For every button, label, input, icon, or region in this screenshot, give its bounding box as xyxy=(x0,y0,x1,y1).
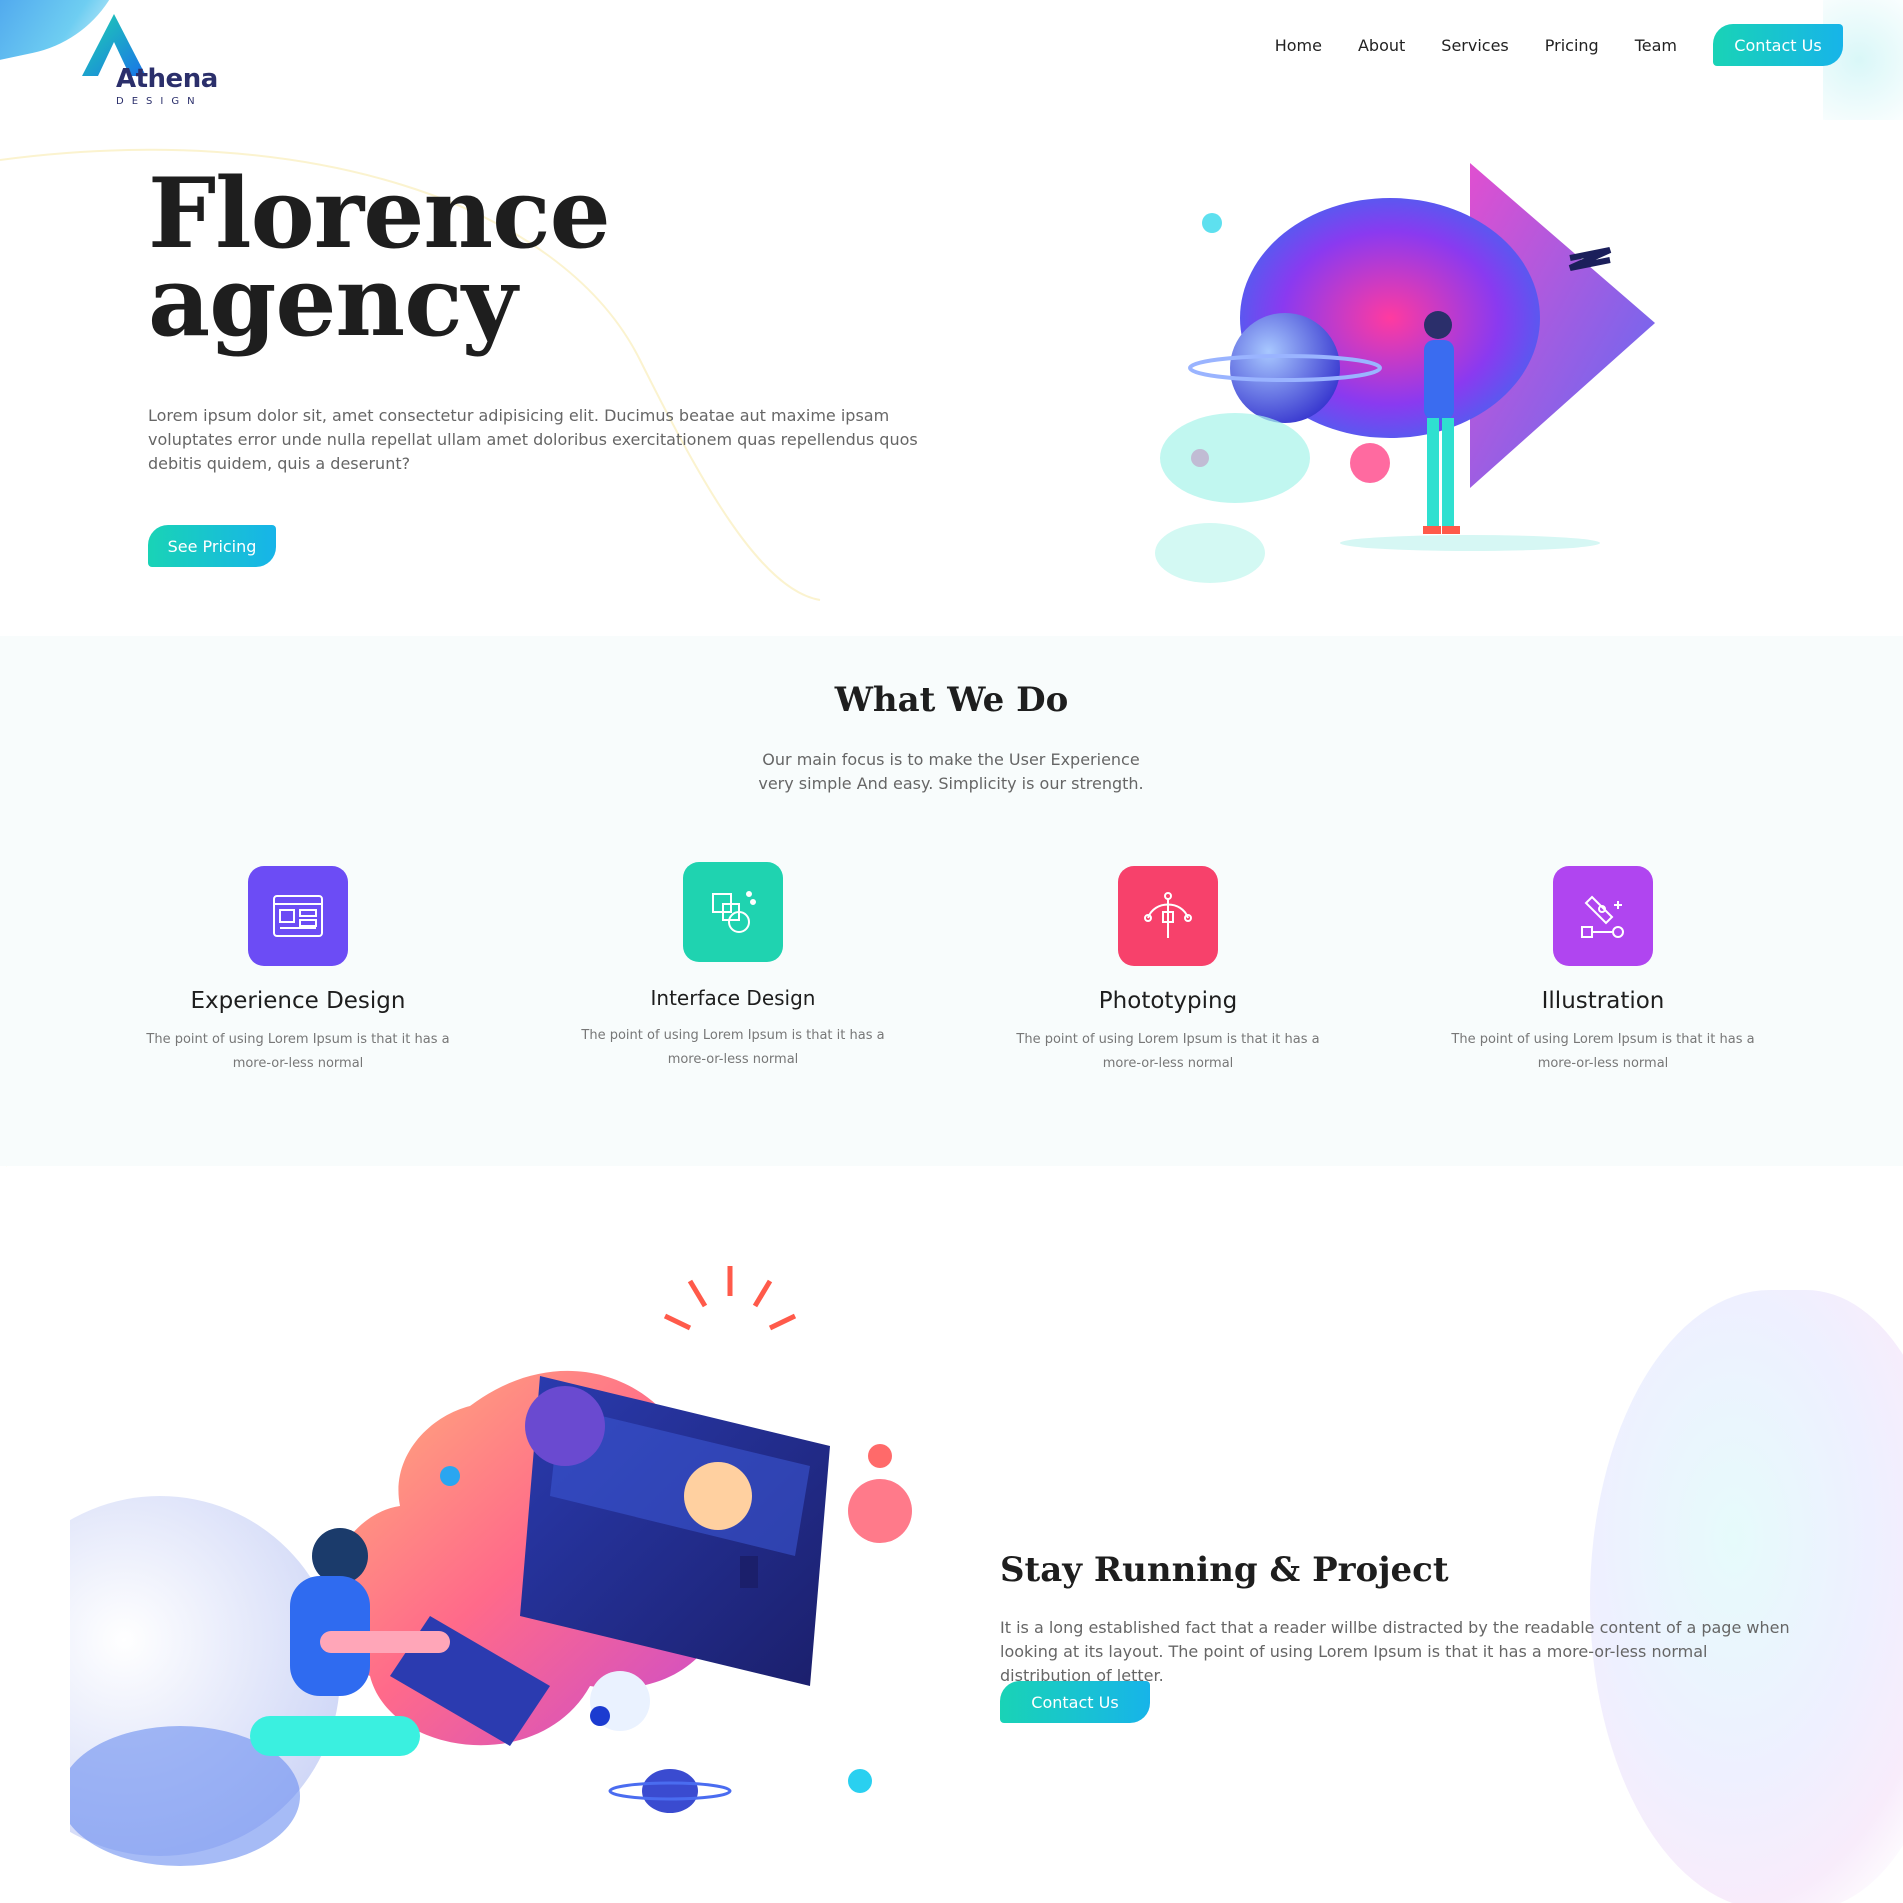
service-title: Phototyping xyxy=(1098,988,1238,1014)
service-card-illustration[interactable]: Illustration The point of using Lorem Ip… xyxy=(1433,866,1773,1076)
pen-tool-icon xyxy=(1553,866,1653,966)
service-title: Experience Design xyxy=(190,988,406,1014)
service-desc: The point of using Lorem Ipsum is that i… xyxy=(581,1028,885,1067)
hero-description: Lorem ipsum dolor sit, amet consectetur … xyxy=(148,406,918,473)
nav-item-services[interactable]: Services xyxy=(1441,36,1508,55)
nav-item-team[interactable]: Team xyxy=(1635,36,1677,55)
layout-icon xyxy=(248,866,348,966)
workspace-illustration xyxy=(70,1266,912,1866)
shapes-icon xyxy=(683,862,783,962)
services-title: What We Do xyxy=(834,680,1069,720)
hero-illustration xyxy=(1155,163,1655,583)
hero-title-line2: agency xyxy=(148,245,517,358)
brand-logo[interactable]: Athena DESIGN xyxy=(80,12,230,108)
service-title: Interface Design xyxy=(650,986,816,1010)
nav-item-home[interactable]: Home xyxy=(1275,36,1322,55)
services-section: What We Do Our main focus is to make the… xyxy=(0,636,1903,1166)
service-desc: The point of using Lorem Ipsum is that i… xyxy=(1016,1032,1320,1071)
main-nav: Home About Services Pricing Team Contact… xyxy=(1275,24,1843,66)
service-card-interface[interactable]: Interface Design The point of using Lore… xyxy=(563,862,903,1072)
brand-tagline: DESIGN xyxy=(116,96,203,107)
service-desc: The point of using Lorem Ipsum is that i… xyxy=(146,1032,450,1071)
nav-item-about[interactable]: About xyxy=(1358,36,1405,55)
nav-contact-button[interactable]: Contact Us xyxy=(1713,24,1843,66)
bezier-icon xyxy=(1118,866,1218,966)
service-title: Illustration xyxy=(1541,988,1665,1014)
nav-item-pricing[interactable]: Pricing xyxy=(1545,36,1599,55)
project-description: It is a long established fact that a rea… xyxy=(1000,1618,1790,1685)
hero-title: Florence agency xyxy=(148,166,611,350)
decorative-blob xyxy=(1590,1290,1903,1903)
services-subtitle: Our main focus is to make the User Exper… xyxy=(758,750,1144,793)
contact-us-button[interactable]: Contact Us xyxy=(1000,1681,1150,1723)
service-desc: The point of using Lorem Ipsum is that i… xyxy=(1451,1032,1755,1071)
service-card-phototyping[interactable]: Phototyping The point of using Lorem Ips… xyxy=(998,866,1338,1076)
service-card-experience[interactable]: Experience Design The point of using Lor… xyxy=(128,866,468,1076)
see-pricing-button[interactable]: See Pricing xyxy=(148,525,276,567)
project-title: Stay Running & Project xyxy=(1000,1550,1449,1590)
brand-name: Athena xyxy=(116,64,218,94)
